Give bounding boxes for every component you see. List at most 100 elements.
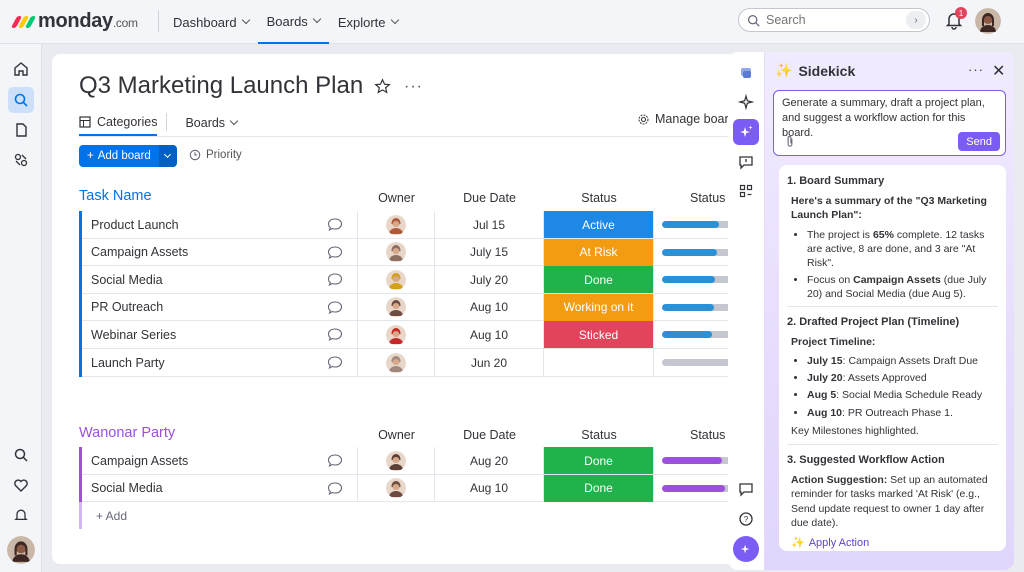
column-header-owner[interactable]: Owner	[358, 428, 435, 442]
comment-icon[interactable]	[327, 355, 343, 370]
table-row[interactable]: Product Launch Jul 15 Active	[79, 211, 779, 239]
docs-button[interactable]	[8, 117, 34, 143]
manage-board-button[interactable]: Manage board	[637, 112, 736, 126]
star-icon[interactable]	[374, 78, 391, 95]
comment-icon[interactable]	[327, 245, 343, 260]
nav-boards[interactable]: Boards	[257, 0, 329, 44]
nav-dashboard[interactable]: Dashboard	[164, 0, 258, 44]
due-date-cell[interactable]: Jun 20	[435, 349, 544, 376]
comment-icon[interactable]	[327, 272, 343, 287]
owner-cell[interactable]	[358, 293, 435, 321]
priority-filter[interactable]: Priority	[189, 149, 242, 161]
task-name-cell[interactable]: PR Outreach	[79, 293, 358, 321]
owner-cell[interactable]	[358, 211, 435, 238]
column-header-due-date[interactable]: Due Date	[435, 428, 544, 442]
nav-explore[interactable]: Explorte	[329, 0, 407, 44]
task-name-cell[interactable]: Product Launch	[79, 211, 358, 238]
table-row[interactable]: Social Media July 20 Done	[79, 266, 779, 294]
owner-avatar[interactable]	[386, 242, 406, 263]
send-button[interactable]: Send	[958, 132, 1000, 151]
profile-avatar[interactable]	[7, 536, 35, 564]
chat-button[interactable]	[733, 476, 759, 502]
owner-avatar[interactable]	[386, 297, 406, 318]
comment-icon[interactable]	[327, 327, 343, 342]
column-header-status[interactable]: Status	[544, 428, 654, 442]
table-row[interactable]: Campaign Assets Aug 20 Done	[79, 447, 779, 475]
notifications-button[interactable]	[8, 502, 34, 528]
favorites-button[interactable]	[8, 472, 34, 498]
table-row[interactable]: Webinar Series Aug 10 Sticked	[79, 321, 779, 349]
task-name-cell[interactable]: Campaign Assets	[79, 238, 358, 266]
widgets-button[interactable]	[733, 178, 759, 204]
owner-avatar[interactable]	[386, 352, 406, 373]
due-date-cell[interactable]: Aug 10	[435, 293, 544, 321]
tab-boards[interactable]: Boards	[185, 110, 239, 136]
more-options-icon[interactable]: ···	[404, 78, 423, 96]
due-date-cell[interactable]: Aug 10	[435, 474, 544, 502]
status-cell[interactable]: Active	[544, 211, 654, 238]
status-cell[interactable]: Done	[544, 474, 654, 502]
tab-categories[interactable]: Categories	[79, 110, 158, 136]
layers-button[interactable]	[733, 60, 759, 86]
owner-cell[interactable]	[358, 474, 435, 502]
due-date-cell[interactable]: Jul 15	[435, 211, 544, 238]
more-options-icon[interactable]: ···	[968, 62, 984, 77]
owner-avatar[interactable]	[386, 478, 406, 499]
status-cell[interactable]	[544, 349, 654, 376]
apply-action-button[interactable]: ✨ Apply Action	[787, 536, 998, 550]
table-row[interactable]: PR Outreach Aug 10 Working on it	[79, 293, 779, 322]
status-cell[interactable]: Done	[544, 447, 654, 474]
owner-cell[interactable]	[358, 447, 435, 474]
prompt-input[interactable]: Generate a summary, draft a project plan…	[773, 90, 1006, 156]
comment-icon[interactable]	[327, 453, 343, 468]
owner-cell[interactable]	[358, 349, 435, 376]
help-button[interactable]: ?	[733, 506, 759, 532]
table-row[interactable]: Launch Party Jun 20	[79, 349, 779, 377]
owner-avatar[interactable]	[386, 324, 406, 345]
close-icon[interactable]: ✕	[992, 61, 1005, 81]
owner-avatar[interactable]	[386, 450, 406, 471]
status-cell[interactable]: At Risk	[544, 238, 654, 266]
monday-logo[interactable]: monday.com	[10, 10, 138, 33]
owner-avatar[interactable]	[386, 269, 406, 290]
owner-cell[interactable]	[358, 266, 435, 294]
column-header-due-date[interactable]: Due Date	[435, 191, 544, 205]
owner-cell[interactable]	[358, 321, 435, 349]
add-board-dropdown[interactable]	[158, 145, 177, 167]
due-date-cell[interactable]: July 15	[435, 238, 544, 266]
comment-icon[interactable]	[327, 217, 343, 232]
add-item-row[interactable]: + Add	[79, 502, 739, 529]
user-avatar[interactable]	[975, 8, 1001, 34]
column-header-owner[interactable]: Owner	[358, 191, 435, 205]
table-row[interactable]: Campaign Assets July 15 At Risk	[79, 238, 779, 267]
task-name-cell[interactable]: Campaign Assets	[79, 447, 358, 474]
due-date-cell[interactable]: Aug 10	[435, 321, 544, 349]
column-header-status[interactable]: Status	[544, 191, 654, 205]
search-box[interactable]: ›	[738, 8, 930, 32]
group-title[interactable]: Wanonar Party	[79, 425, 175, 441]
group-title[interactable]: Task Name	[79, 188, 152, 204]
home-button[interactable]	[8, 56, 34, 82]
sidekick-ai-button[interactable]	[733, 119, 759, 145]
comment-icon[interactable]	[327, 300, 343, 315]
task-name-cell[interactable]: Webinar Series	[79, 321, 358, 349]
apps-button[interactable]	[8, 147, 34, 173]
search-bottom-button[interactable]	[8, 442, 34, 468]
owner-cell[interactable]	[358, 238, 435, 266]
feedback-button[interactable]	[733, 149, 759, 175]
due-date-cell[interactable]: Aug 20	[435, 447, 544, 474]
sparkle-button[interactable]	[733, 89, 759, 115]
status-cell[interactable]: Sticked	[544, 321, 654, 349]
comment-icon[interactable]	[327, 481, 343, 496]
due-date-cell[interactable]: July 20	[435, 266, 544, 294]
task-name-cell[interactable]: Social Media	[79, 266, 358, 294]
task-name-cell[interactable]: Launch Party	[79, 349, 358, 376]
ai-assistant-button[interactable]	[733, 536, 759, 562]
status-cell[interactable]: Done	[544, 266, 654, 294]
paperclip-icon[interactable]	[784, 135, 796, 148]
add-board-button[interactable]: + Add board	[79, 145, 159, 167]
search-nav-button[interactable]	[8, 87, 34, 113]
table-row[interactable]: Social Media Aug 10 Done	[79, 474, 779, 503]
task-name-cell[interactable]: Social Media	[79, 474, 358, 502]
owner-avatar[interactable]	[386, 214, 406, 235]
